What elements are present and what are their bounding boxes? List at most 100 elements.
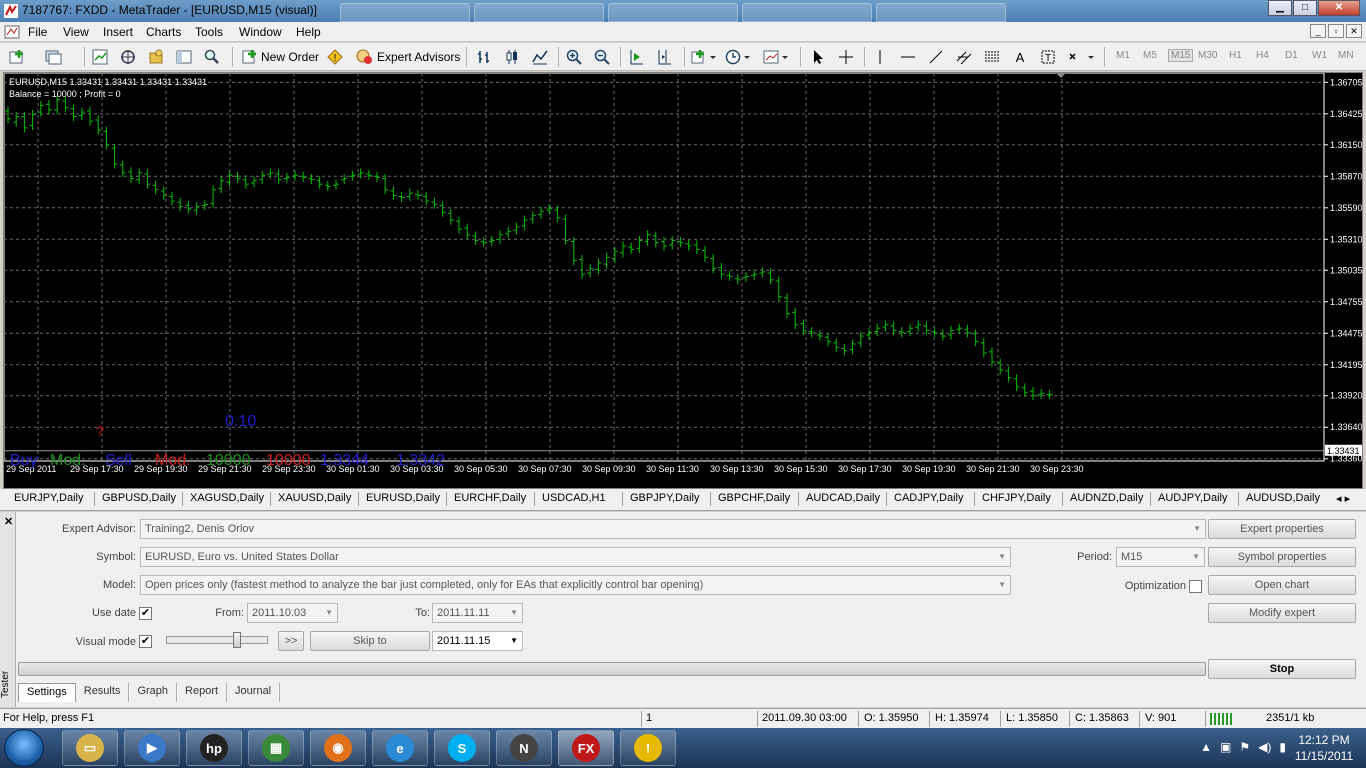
tab-settings[interactable]: Settings bbox=[18, 683, 76, 702]
close-icon[interactable]: ✕ bbox=[4, 515, 13, 528]
tab-scroll-icon[interactable]: ◂ ▸ bbox=[1336, 492, 1350, 505]
price-chart[interactable]: 1.36705 1.36425 1.36150 1.35870 1.35590 1.353… bbox=[4, 73, 1362, 488]
optimization-checkbox[interactable] bbox=[1189, 580, 1202, 593]
timeframe-m30[interactable]: M30 bbox=[1198, 50, 1217, 61]
chart-tab[interactable]: EURUSD,Daily bbox=[366, 492, 440, 504]
bar-chart-icon[interactable] bbox=[474, 47, 494, 67]
chart-tab[interactable]: AUDJPY,Daily bbox=[1158, 492, 1228, 504]
menu-tools[interactable]: Tools bbox=[195, 25, 223, 39]
symbol-select[interactable]: EURUSD, Euro vs. United States Dollar ▼ bbox=[140, 547, 1011, 567]
taskbar-app[interactable]: FX bbox=[558, 730, 614, 766]
timeframe-mn[interactable]: MN bbox=[1338, 50, 1354, 61]
taskbar-app[interactable]: N bbox=[496, 730, 552, 766]
ea-button-label[interactable]: 1.3342 bbox=[396, 452, 445, 469]
ea-button-label[interactable]: 10000 bbox=[206, 452, 251, 469]
expert-properties-button[interactable]: Expert properties bbox=[1208, 519, 1356, 539]
menu-insert[interactable]: Insert bbox=[103, 25, 133, 39]
open-chart-button[interactable]: Open chart bbox=[1208, 575, 1356, 595]
text-icon[interactable]: A bbox=[1010, 47, 1030, 67]
chart-area[interactable]: 1.36705 1.36425 1.36150 1.35870 1.35590 1.353… bbox=[3, 72, 1363, 489]
chart-shift-icon[interactable] bbox=[654, 47, 674, 67]
tray-volume-icon[interactable]: ◀) bbox=[1258, 740, 1271, 754]
tray-arrow-icon[interactable]: ▲ bbox=[1200, 740, 1212, 754]
fibonacci-icon[interactable] bbox=[982, 47, 1002, 67]
chart-tab[interactable]: GBPUSD,Daily bbox=[102, 492, 176, 504]
tab-results[interactable]: Results bbox=[76, 683, 130, 702]
chart-tab[interactable]: CADJPY,Daily bbox=[894, 492, 964, 504]
taskbar-app[interactable]: ▶ bbox=[124, 730, 180, 766]
zoom-in-icon[interactable] bbox=[564, 47, 584, 67]
timeframe-h4[interactable]: H4 bbox=[1256, 50, 1269, 61]
chart-tab[interactable]: GBPCHF,Daily bbox=[718, 492, 790, 504]
from-date-input[interactable]: 2011.10.03 ▼ bbox=[247, 603, 338, 623]
chart-window-icon[interactable] bbox=[4, 25, 20, 39]
chart-tab[interactable]: XAUUSD,Daily bbox=[278, 492, 351, 504]
chart-tab[interactable]: AUDNZD,Daily bbox=[1070, 492, 1143, 504]
period-select[interactable]: M15 ▼ bbox=[1116, 547, 1205, 567]
maximize-icon[interactable]: □ bbox=[1293, 0, 1317, 16]
start-button-icon[interactable] bbox=[4, 729, 44, 767]
arrows-dropdown-icon[interactable] bbox=[1066, 47, 1096, 67]
visual-speed-slider[interactable] bbox=[166, 632, 268, 648]
profiles-icon[interactable] bbox=[44, 47, 64, 67]
taskbar-app[interactable]: hp bbox=[186, 730, 242, 766]
menu-charts[interactable]: Charts bbox=[146, 25, 181, 39]
trendline-icon[interactable] bbox=[926, 47, 946, 67]
menu-help[interactable]: Help bbox=[296, 25, 321, 39]
periods-dropdown-icon[interactable] bbox=[724, 47, 752, 67]
timeframe-w1[interactable]: W1 bbox=[1312, 50, 1327, 61]
ea-button-label[interactable]: Sell bbox=[105, 452, 132, 469]
chart-tab[interactable]: GBPJPY,Daily bbox=[630, 492, 700, 504]
new-chart-icon[interactable] bbox=[8, 47, 28, 67]
model-select[interactable]: Open prices only (fastest method to anal… bbox=[140, 575, 1011, 595]
vertical-line-icon[interactable] bbox=[870, 47, 890, 67]
skip-to-button[interactable]: Skip to bbox=[310, 631, 430, 651]
menu-window[interactable]: Window bbox=[239, 25, 282, 39]
expert-advisors-button[interactable]: Expert Advisors bbox=[352, 47, 463, 67]
expert-advisor-select[interactable]: Training2, Denis Orlov ▼ bbox=[140, 519, 1206, 539]
timeframe-h1[interactable]: H1 bbox=[1229, 50, 1242, 61]
timeframe-m5[interactable]: M5 bbox=[1143, 50, 1157, 61]
stop-button[interactable]: Stop bbox=[1208, 659, 1356, 679]
bg-tab[interactable] bbox=[608, 3, 738, 22]
modify-expert-button[interactable]: Modify expert bbox=[1208, 603, 1356, 623]
chart-tab[interactable]: XAGUSD,Daily bbox=[190, 492, 264, 504]
timeframe-m15[interactable]: M15 bbox=[1168, 49, 1194, 62]
alert-icon[interactable]: ! bbox=[325, 47, 345, 67]
ea-button-label[interactable]: Mod. bbox=[50, 452, 86, 469]
equidistant-channel-icon[interactable] bbox=[954, 47, 974, 67]
close-icon[interactable]: ✕ bbox=[1318, 0, 1360, 16]
tab-report[interactable]: Report bbox=[177, 683, 228, 702]
skip-to-date-input[interactable]: 2011.11.15 ▼ bbox=[432, 631, 523, 651]
menu-file[interactable]: File bbox=[28, 25, 47, 39]
menu-view[interactable]: View bbox=[63, 25, 89, 39]
minimize-icon[interactable]: ▁ bbox=[1268, 0, 1292, 16]
skip-forward-button[interactable]: >> bbox=[278, 631, 304, 651]
chart-tab[interactable]: EURJPY,Daily bbox=[14, 492, 84, 504]
cursor-icon[interactable] bbox=[808, 47, 828, 67]
crosshair-nav-icon[interactable] bbox=[118, 47, 138, 67]
zoom-out-icon[interactable] bbox=[592, 47, 612, 67]
crosshair-icon[interactable] bbox=[836, 47, 856, 67]
taskbar-app[interactable]: ! bbox=[620, 730, 676, 766]
taskbar-app[interactable]: S bbox=[434, 730, 490, 766]
mdi-restore-icon[interactable]: ▫ bbox=[1328, 24, 1344, 38]
chart-tab[interactable]: AUDCAD,Daily bbox=[806, 492, 880, 504]
ea-button-label[interactable]: Buy bbox=[10, 452, 38, 469]
mdi-minimize-icon[interactable]: _ bbox=[1310, 24, 1326, 38]
templates-dropdown-icon[interactable] bbox=[762, 47, 790, 67]
bg-tab[interactable] bbox=[876, 3, 1006, 22]
horizontal-line-icon[interactable] bbox=[898, 47, 918, 67]
chart-tab[interactable]: USDCAD,H1 bbox=[542, 492, 606, 504]
candlestick-icon[interactable] bbox=[502, 47, 522, 67]
tab-graph[interactable]: Graph bbox=[129, 683, 178, 702]
line-chart-icon[interactable] bbox=[530, 47, 550, 67]
terminal-icon[interactable] bbox=[174, 47, 194, 67]
chart-tab[interactable]: AUDUSD,Daily bbox=[1246, 492, 1320, 504]
taskbar-app[interactable]: ▭ bbox=[62, 730, 118, 766]
auto-scroll-icon[interactable] bbox=[626, 47, 646, 67]
taskbar-app[interactable]: e bbox=[372, 730, 428, 766]
market-watch-icon[interactable] bbox=[90, 47, 110, 67]
chart-tab[interactable]: CHFJPY,Daily bbox=[982, 492, 1051, 504]
tray-network-icon[interactable]: ▮ bbox=[1279, 740, 1286, 754]
